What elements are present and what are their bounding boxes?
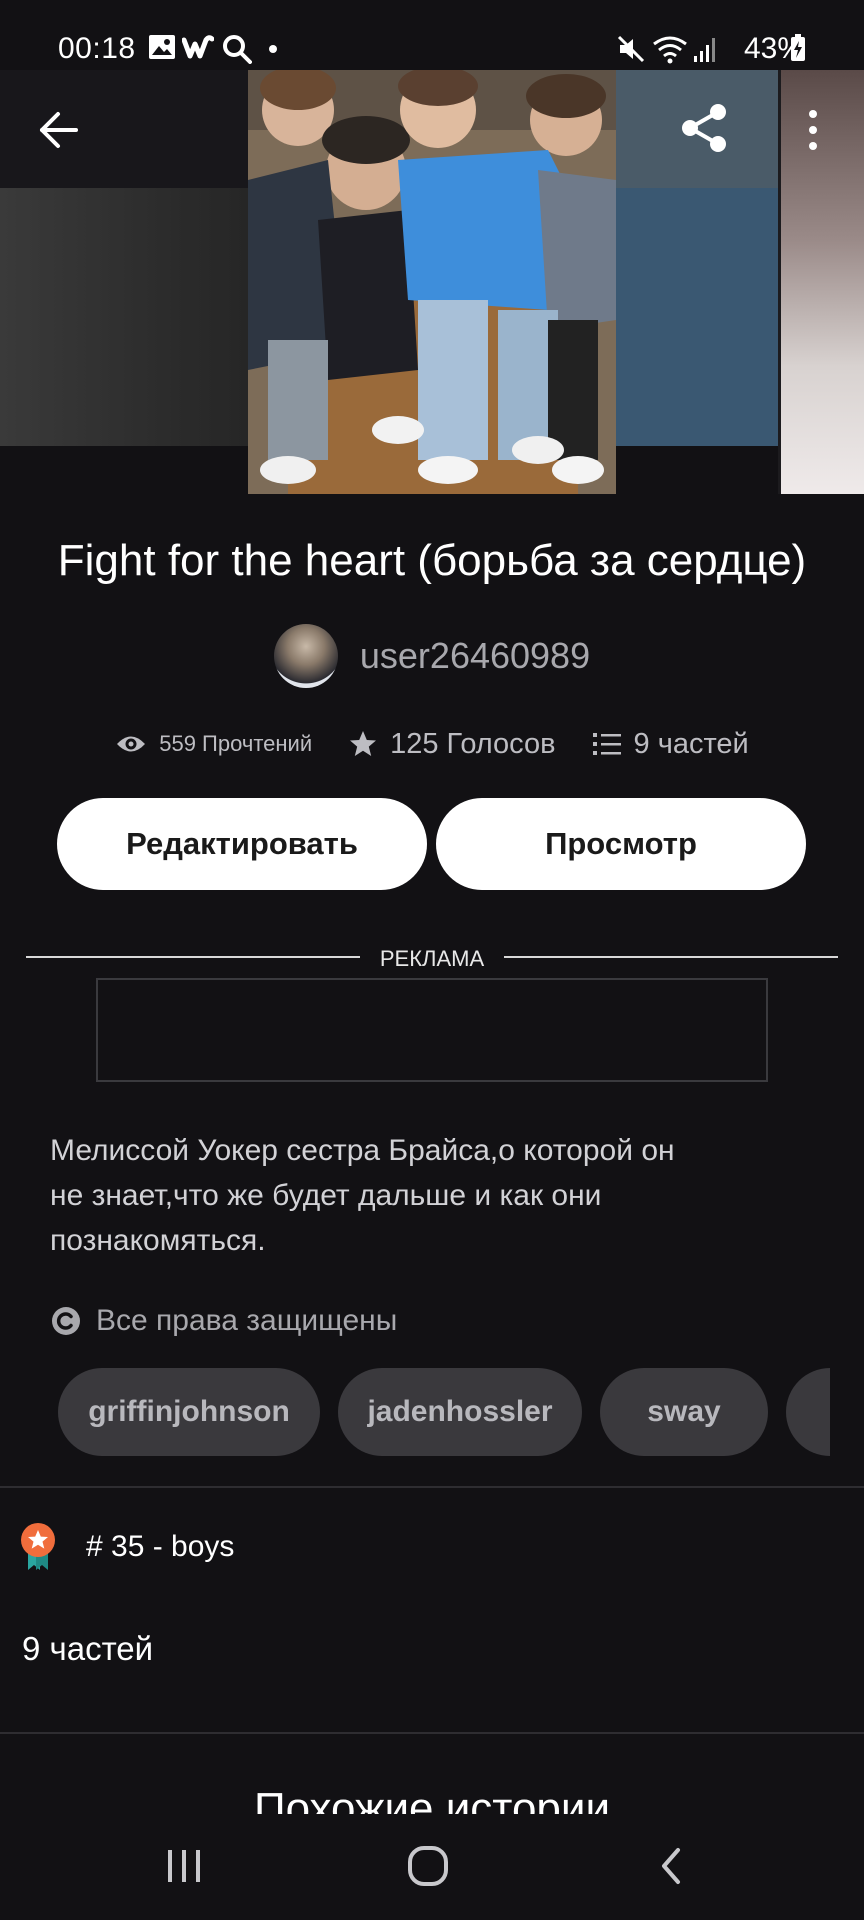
cover-illustration (248, 70, 616, 494)
votes-stat: 125 Голосов (348, 727, 556, 761)
search-icon (223, 35, 252, 64)
back-icon[interactable] (656, 1842, 686, 1890)
tag-chip[interactable] (786, 1368, 830, 1456)
battery-charging-icon (791, 34, 805, 61)
ad-banner[interactable] (96, 978, 768, 1082)
parts-stat: 9 частей (592, 728, 749, 761)
wattpad-icon (182, 35, 214, 59)
copyright-icon (52, 1307, 80, 1335)
story-description: Мелиссой Уокер сестра Брайса,о которой о… (50, 1134, 675, 1257)
author-link[interactable]: user26460989 (0, 624, 864, 688)
share-icon[interactable] (676, 100, 732, 156)
gallery-icon (149, 35, 175, 59)
cover-carousel[interactable] (0, 70, 864, 496)
home-icon[interactable] (406, 1842, 450, 1890)
ad-divider-left (26, 956, 360, 958)
dot-icon (269, 45, 277, 53)
parts-count: 9 частей (633, 727, 749, 760)
reads-stat: 559 Прочтений (115, 731, 312, 757)
copyright-row: Все права защищены (50, 1304, 397, 1338)
reads-count: 559 Прочтений (159, 731, 313, 756)
ranking-row[interactable]: # 35 - boys (18, 1520, 234, 1574)
more-vertical-icon[interactable] (798, 104, 828, 156)
eye-icon (117, 736, 146, 752)
list-icon (592, 733, 621, 755)
story-title: Fight for the heart (борьба за сердце) (57, 536, 807, 585)
ad-label: РЕКЛАМА (379, 946, 485, 971)
signal-icon (694, 38, 715, 62)
system-navigation-bar (0, 1814, 864, 1920)
edit-button[interactable]: Редактировать (57, 798, 427, 890)
author-avatar[interactable] (273, 624, 338, 688)
tag-chip[interactable]: jadenhossler (338, 1368, 582, 1456)
ad-divider-right (504, 956, 838, 958)
similar-stories-title: Похожие истории (253, 1784, 611, 1814)
recent-apps-icon[interactable] (164, 1842, 204, 1890)
tag-chip[interactable]: griffinjohnson (58, 1368, 320, 1456)
section-divider (0, 1732, 864, 1734)
author-name[interactable]: user26460989 (360, 635, 590, 677)
section-divider (0, 1486, 864, 1488)
parts-heading[interactable]: 9 частей (22, 1630, 153, 1668)
preview-button[interactable]: Просмотр (436, 798, 806, 890)
similar-stories-section: Похожие истории (0, 1780, 864, 1814)
tag-list: griffinjohnson jadenhossler sway (58, 1368, 830, 1456)
cover-backdrop-right (614, 188, 778, 446)
status-bar: 00:18 43% (0, 0, 864, 70)
mute-icon (617, 35, 645, 63)
arrow-left-icon[interactable] (34, 104, 86, 156)
copyright-text: Все права защищены (96, 1304, 398, 1337)
story-stats: 559 Прочтений 125 Голосов 9 частей (0, 724, 864, 764)
wifi-icon (653, 36, 687, 64)
ranking-text[interactable]: # 35 - boys (86, 1530, 234, 1564)
ranking-badge-icon (21, 1523, 55, 1570)
tag-chip[interactable]: sway (600, 1368, 768, 1456)
votes-count: 125 Голосов (390, 727, 556, 760)
story-cover-image[interactable] (248, 70, 616, 494)
status-time: 00:18 (58, 32, 136, 65)
cover-backdrop-left (0, 188, 250, 446)
star-icon (350, 731, 377, 756)
